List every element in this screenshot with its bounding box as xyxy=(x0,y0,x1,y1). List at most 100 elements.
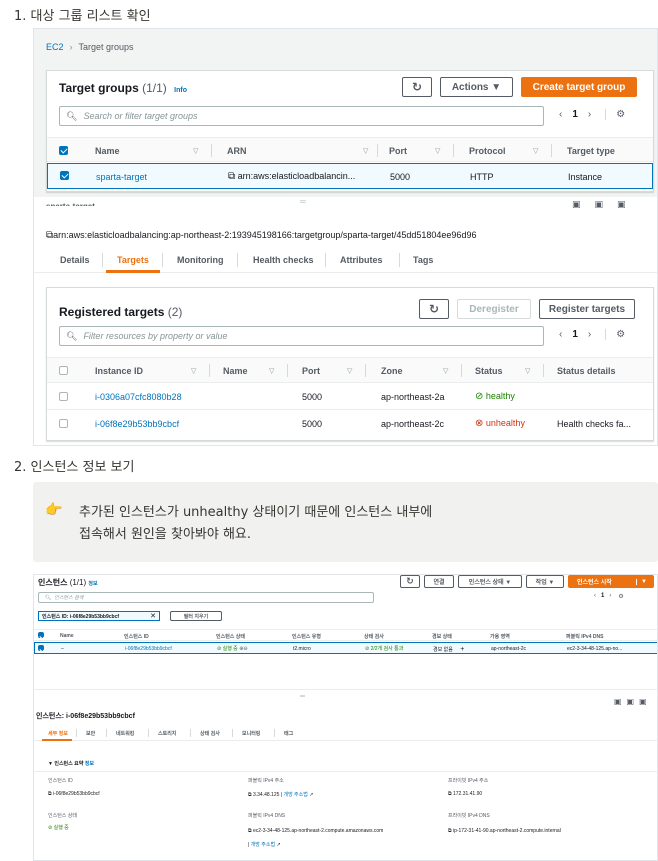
tab-tags[interactable]: 태그 xyxy=(284,730,293,737)
instance-id-link[interactable]: i-0306a07cfc8080b28 xyxy=(95,392,182,402)
sort-icon[interactable]: ▽ xyxy=(435,147,440,155)
col-instance-id[interactable]: 인스턴스 ID xyxy=(124,633,149,640)
col-name[interactable]: Name xyxy=(60,633,74,639)
row-checkbox[interactable] xyxy=(59,392,68,401)
tab-health-checks[interactable]: Health checks xyxy=(253,255,314,265)
row-checkbox[interactable] xyxy=(59,419,68,428)
launch-instance-button[interactable]: 인스턴스 시작 ▼ xyxy=(568,575,654,588)
tab-details[interactable]: 세부 정보 xyxy=(48,730,68,737)
gear-icon[interactable]: ⚙ xyxy=(605,329,625,340)
page-number[interactable]: 1 xyxy=(572,109,578,120)
col-protocol[interactable]: Protocol xyxy=(469,146,506,156)
actions-button[interactable]: Actions ▼ xyxy=(440,77,513,97)
table-row[interactable]: – i-06f8e29b53bb9cbcf ⊘ 실행 중 ⊕⊖ t2.micro… xyxy=(34,642,657,654)
row-checkbox[interactable] xyxy=(38,645,44,651)
select-all-checkbox[interactable] xyxy=(59,146,68,155)
copy-icon[interactable]: ⧉ xyxy=(248,792,252,798)
create-target-group-button[interactable]: Create target group xyxy=(521,77,637,97)
select-all-checkbox[interactable] xyxy=(59,366,68,375)
tab-security[interactable]: 보안 xyxy=(86,730,95,737)
copy-icon[interactable]: ⧉ xyxy=(228,171,235,182)
registered-targets-search-input[interactable]: 🔍︎ Filter resources by property or value xyxy=(59,326,544,346)
prev-page-icon[interactable]: ‹ xyxy=(559,109,562,120)
next-page-icon[interactable]: › xyxy=(609,593,611,600)
copy-icon[interactable]: ⧉ xyxy=(248,828,252,834)
refresh-button[interactable]: ↻ xyxy=(400,575,420,588)
open-address-link[interactable]: 개방 주소법 xyxy=(283,792,307,798)
col-name[interactable]: Name xyxy=(95,146,120,156)
next-page-icon[interactable]: › xyxy=(588,329,591,340)
info-link[interactable]: 정보 xyxy=(88,581,97,587)
clear-filters-button[interactable]: 필터 지우기 xyxy=(170,611,222,621)
table-row[interactable]: sparta-target ⧉ arn:aws:elasticloadbalan… xyxy=(47,163,653,189)
tab-status-checks[interactable]: 상태 검사 xyxy=(200,730,220,737)
panel-layout-icons[interactable]: ▣▣▣ xyxy=(614,697,652,706)
sort-icon[interactable]: ▽ xyxy=(525,367,530,375)
next-page-icon[interactable]: › xyxy=(588,109,591,120)
col-status-check[interactable]: 상태 검사 xyxy=(364,633,384,640)
col-target-type[interactable]: Target type xyxy=(567,146,615,156)
deregister-button[interactable]: Deregister xyxy=(457,299,531,319)
table-row[interactable]: i-0306a07cfc8080b28 5000 ap-northeast-2a… xyxy=(47,384,653,410)
instance-id-link[interactable]: i-06f8e29b53bb9cbcf xyxy=(125,646,172,652)
refresh-button[interactable]: ↻ xyxy=(402,77,432,97)
prev-page-icon[interactable]: ‹ xyxy=(559,329,562,340)
col-alarm-status[interactable]: 경보 상태 xyxy=(432,633,452,640)
prev-page-icon[interactable]: ‹ xyxy=(594,593,596,600)
gear-icon[interactable]: ⚙ xyxy=(618,593,623,600)
gear-icon[interactable]: ⚙ xyxy=(605,109,625,120)
col-availability-zone[interactable]: 가용 영역 xyxy=(490,633,510,640)
actions-button[interactable]: 작업 ▼ xyxy=(526,575,564,588)
instance-state-button[interactable]: 인스턴스 상태 ▼ xyxy=(458,575,522,588)
col-arn[interactable]: ARN xyxy=(227,146,247,156)
copy-icon[interactable]: ⧉ xyxy=(448,828,452,834)
refresh-button[interactable]: ↻ xyxy=(419,299,449,319)
col-instance-id[interactable]: Instance ID xyxy=(95,366,143,376)
info-link[interactable]: Info xyxy=(174,87,187,94)
filter-chip[interactable]: 인스턴스 ID: i-06f8e29b53bb9cbcf ✕ xyxy=(38,611,160,621)
tab-monitoring[interactable]: 모니터링 xyxy=(242,730,260,737)
select-all-checkbox[interactable] xyxy=(38,632,44,638)
row-checkbox[interactable] xyxy=(60,171,69,180)
instances-search-input[interactable]: 🔍︎ 인스턴스 검색 xyxy=(38,592,374,603)
page-number[interactable]: 1 xyxy=(601,593,604,600)
plus-icon[interactable]: + xyxy=(460,646,464,653)
zoom-icon[interactable]: ⊕⊖ xyxy=(239,646,247,652)
panel-layout-icons[interactable]: ▣▣▣ xyxy=(572,199,640,210)
sort-icon[interactable]: ▽ xyxy=(533,147,538,155)
target-group-name-link[interactable]: sparta-target xyxy=(96,172,147,182)
tab-storage[interactable]: 스토리지 xyxy=(158,730,176,737)
tab-networking[interactable]: 네트워킹 xyxy=(116,730,134,737)
register-targets-button[interactable]: Register targets xyxy=(539,299,635,319)
sort-icon[interactable]: ▽ xyxy=(193,147,198,155)
breadcrumb-root[interactable]: EC2 xyxy=(46,42,64,52)
sort-icon[interactable]: ▽ xyxy=(347,367,352,375)
col-port[interactable]: Port xyxy=(389,146,407,156)
sort-icon[interactable]: ▽ xyxy=(443,367,448,375)
copy-icon[interactable]: ⧉ xyxy=(448,791,452,797)
target-groups-search-input[interactable]: 🔍︎ Search or filter target groups xyxy=(59,106,544,126)
page-number[interactable]: 1 xyxy=(572,329,578,340)
col-zone[interactable]: Zone xyxy=(381,366,403,376)
drag-handle-icon[interactable]: ═ xyxy=(300,693,305,700)
instance-id-link[interactable]: i-06f8e29b53bb9cbcf xyxy=(95,419,179,429)
tab-details[interactable]: Details xyxy=(60,255,90,265)
col-instance-type[interactable]: 인스턴스 유형 xyxy=(292,633,321,640)
col-instance-state[interactable]: 인스턴스 상태 xyxy=(216,633,245,640)
col-port[interactable]: Port xyxy=(302,366,320,376)
col-public-dns[interactable]: 퍼블릭 IPv4 DNS xyxy=(566,633,603,640)
col-name[interactable]: Name xyxy=(223,366,248,376)
tab-tags[interactable]: Tags xyxy=(413,255,433,265)
tab-attributes[interactable]: Attributes xyxy=(340,255,383,265)
drag-handle-icon[interactable]: ═ xyxy=(300,197,306,206)
copy-icon[interactable]: ⧉ xyxy=(48,791,52,797)
instance-summary-header[interactable]: ▼ 인스턴스 요약 정보 xyxy=(48,760,94,767)
chevron-down-icon[interactable]: ▼ xyxy=(636,578,647,585)
sort-icon[interactable]: ▽ xyxy=(191,367,196,375)
connect-button[interactable]: 연결 xyxy=(424,575,454,588)
col-status[interactable]: Status xyxy=(475,366,503,376)
open-address-link[interactable]: 개방 주소법 xyxy=(251,842,275,848)
sort-icon[interactable]: ▽ xyxy=(269,367,274,375)
col-status-details[interactable]: Status details xyxy=(557,366,616,376)
tab-targets[interactable]: Targets xyxy=(117,255,149,265)
